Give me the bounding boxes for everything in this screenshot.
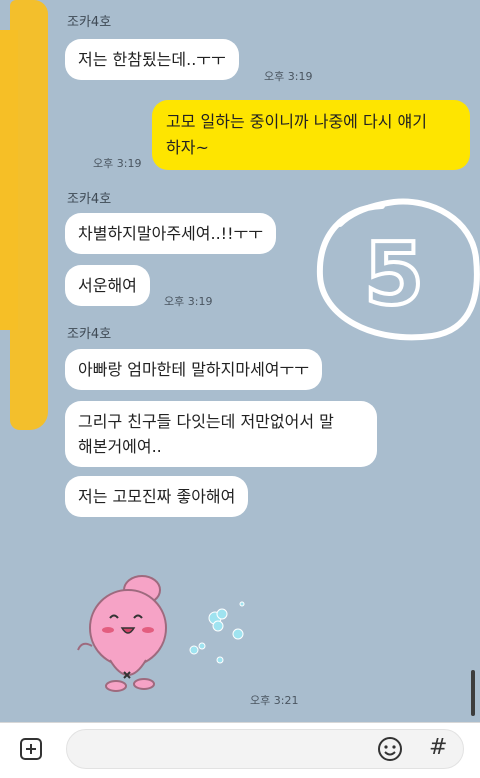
plus-icon[interactable] xyxy=(20,738,42,760)
message-input-field[interactable]: # xyxy=(66,729,464,769)
chat-area[interactable]: 조카4호 저는 한참됬는데..ㅜㅜ 오후 3:19 고모 일하는 중이니까 나중… xyxy=(0,0,480,722)
message-time: 오후 3:19 xyxy=(264,70,313,83)
message-time: 오후 3:19 xyxy=(93,157,142,170)
hashtag-search-icon[interactable]: # xyxy=(429,735,447,760)
scrollbar[interactable] xyxy=(471,670,475,716)
circled-number-annotation: 5 xyxy=(316,198,480,341)
input-bar: # xyxy=(0,722,480,778)
message-bubble[interactable]: 서운해여 xyxy=(65,265,150,306)
message-time: 오후 3:19 xyxy=(164,295,213,308)
yellow-redaction-marker-edge xyxy=(0,30,18,330)
message-bubble[interactable]: 저는 고모진짜 좋아해여 xyxy=(65,476,249,517)
message-bubble[interactable]: 저는 한참됬는데..ㅜㅜ xyxy=(65,39,239,80)
sender-name: 조카4호 xyxy=(67,192,112,207)
my-message-bubble[interactable]: 고모 일하는 중이니까 나중에 다시 얘기 하자~ xyxy=(152,100,470,170)
sender-name: 조카4호 xyxy=(67,327,112,342)
annotation-number: 5 xyxy=(364,225,424,325)
message-bubble[interactable]: 그리구 친구들 다잇는데 저만없어서 말 해본거에여.. xyxy=(65,401,377,467)
message-bubble[interactable]: 차별하지말아주세여..!!ㅜㅜ xyxy=(65,213,276,254)
sender-name: 조카4호 xyxy=(67,15,112,30)
message-bubble[interactable]: 아빠랑 엄마한테 말하지마세여ㅜㅜ xyxy=(65,349,322,390)
message-time: 오후 3:21 xyxy=(250,694,299,707)
pink-bunny-sticker[interactable] xyxy=(70,568,260,693)
message-input[interactable] xyxy=(83,738,367,762)
emoticon-icon[interactable] xyxy=(377,736,403,762)
